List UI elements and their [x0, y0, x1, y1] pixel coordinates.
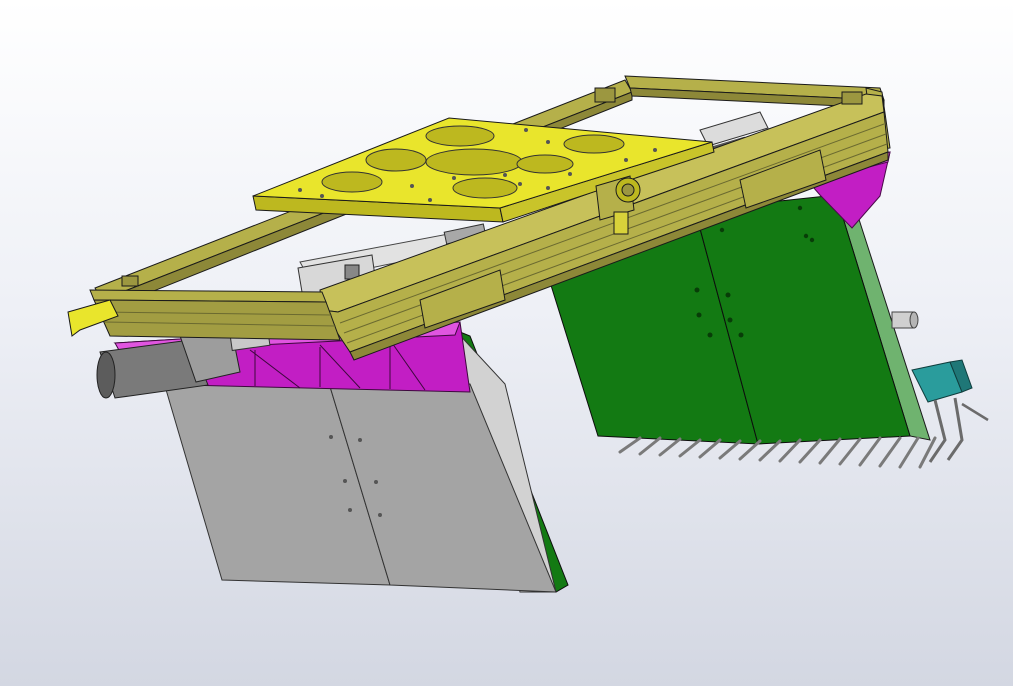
cad-viewport[interactable] [0, 0, 1013, 686]
shaft-stub [891, 311, 919, 329]
teal-bracket [911, 359, 989, 463]
fork-tines [618, 436, 937, 469]
cad-assembly-model [67, 75, 989, 593]
